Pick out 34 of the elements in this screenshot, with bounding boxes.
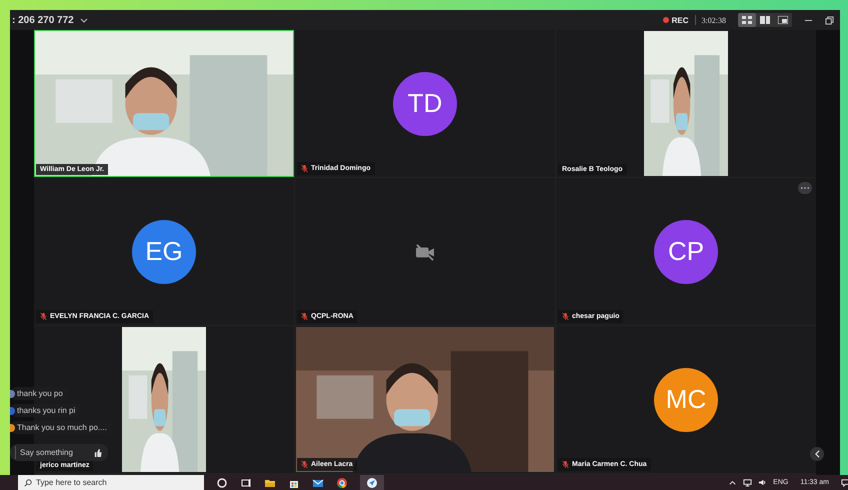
collapse-button[interactable]	[810, 447, 824, 461]
more-button[interactable]	[798, 182, 812, 194]
task-view-icon[interactable]	[240, 476, 252, 488]
participant-avatar: TD	[393, 72, 457, 136]
app-taskbar-button[interactable]	[360, 475, 384, 490]
participant-avatar: EG	[132, 220, 196, 284]
network-icon[interactable]	[743, 478, 752, 487]
cortana-icon[interactable]	[216, 476, 228, 488]
meeting-id[interactable]: : 206 270 772	[12, 14, 74, 26]
chat-input-field[interactable]: Say something	[10, 444, 108, 461]
split-layout-icon	[760, 16, 770, 24]
thumbs-up-icon[interactable]	[94, 448, 102, 456]
chevron-left-icon	[814, 450, 820, 458]
gallery-view-button[interactable]	[738, 13, 756, 27]
camera-off-icon	[414, 242, 436, 260]
caret-icon[interactable]	[80, 18, 88, 22]
mail-icon[interactable]	[312, 476, 324, 488]
restore-icon[interactable]	[825, 16, 834, 24]
speaker-layout-icon	[778, 16, 788, 24]
message-text: thanks you rin pi	[17, 406, 76, 415]
participant-avatar: MC	[654, 368, 718, 432]
navigation-icon	[366, 476, 378, 488]
search-field[interactable]: Type here to search	[18, 475, 204, 490]
participant-avatar: CP	[654, 220, 718, 284]
message-text: Thank you so much po....	[17, 423, 107, 432]
recording-label: REC	[672, 16, 689, 24]
elapsed-time: 3:02:38	[702, 16, 726, 24]
search-icon	[24, 478, 32, 486]
gallery-layout-icon	[742, 16, 752, 24]
chrome-icon[interactable]	[336, 476, 348, 488]
speaker-icon[interactable]	[758, 478, 768, 487]
chevron-up-icon[interactable]	[728, 478, 738, 487]
message-text: thank you po	[17, 389, 63, 398]
notification-icon[interactable]	[841, 478, 848, 487]
